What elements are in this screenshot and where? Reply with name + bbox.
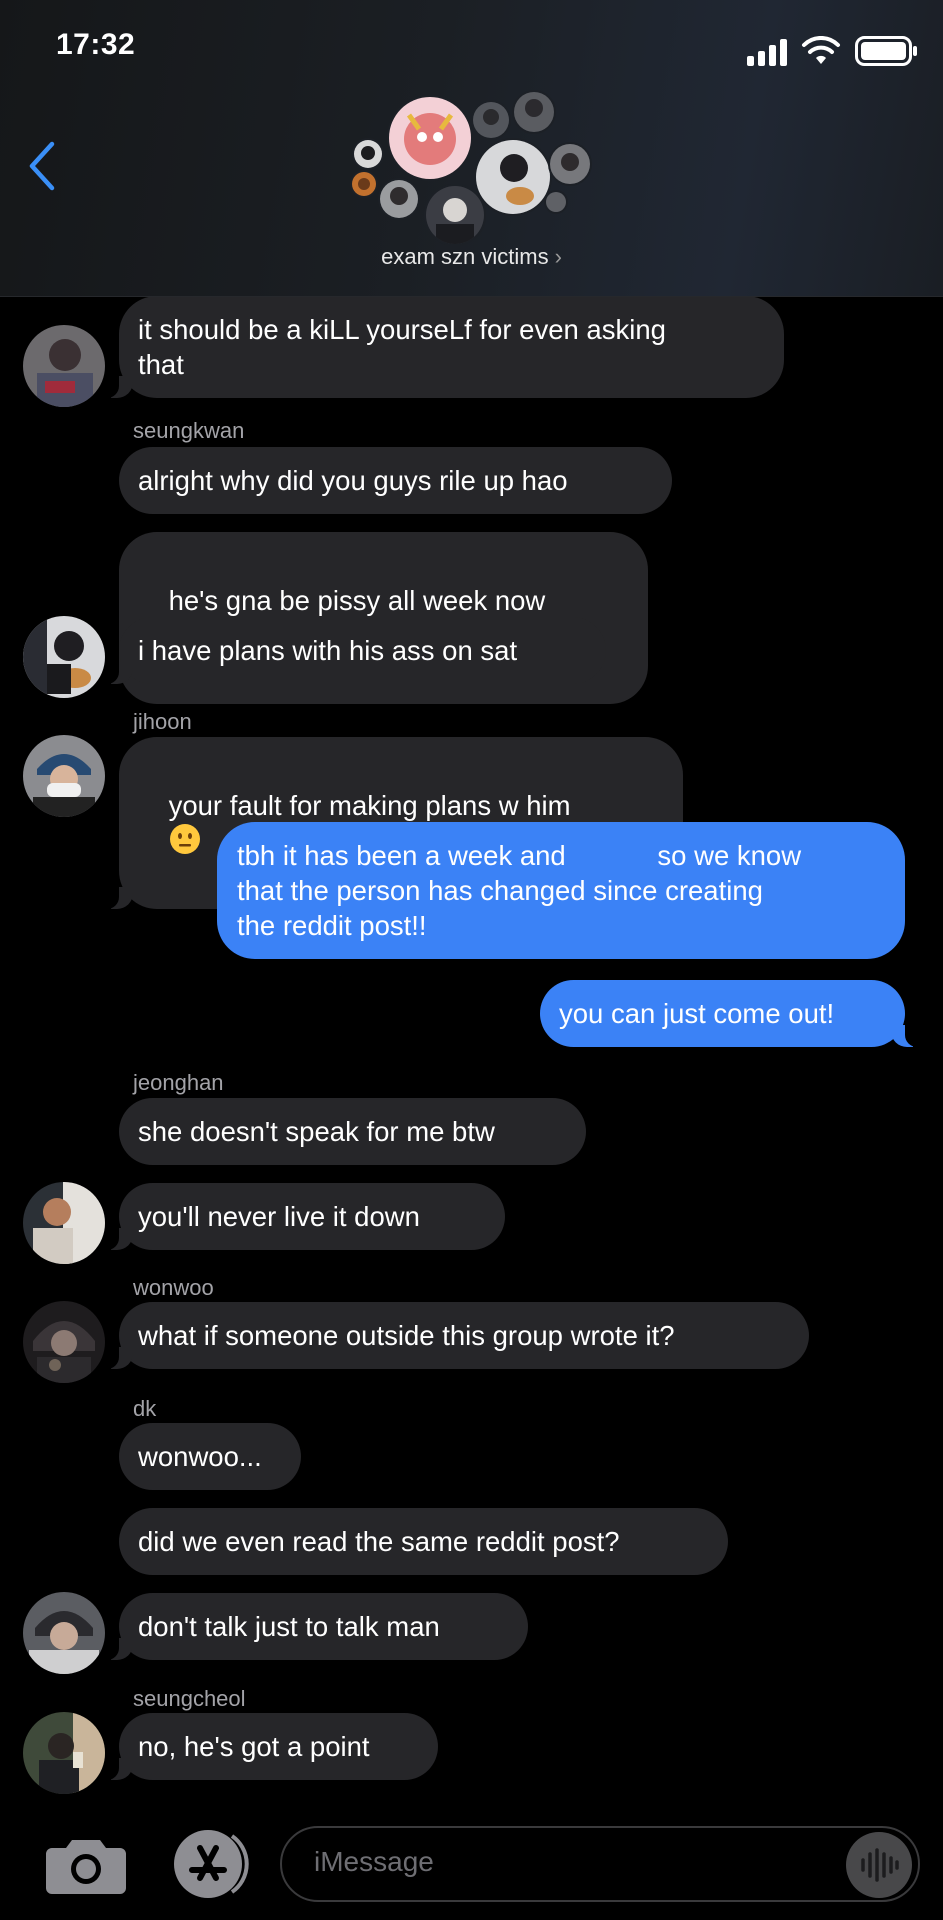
group-member-avatar: [474, 138, 552, 216]
group-member-avatar: [544, 190, 568, 214]
wifi-icon: [801, 36, 841, 66]
message-bubble[interactable]: alright why did you guys rile up hao: [119, 447, 672, 514]
chevron-right-icon: ›: [554, 244, 562, 269]
group-name[interactable]: exam szn victims ›: [0, 244, 943, 270]
conversation-header: 17:32 exam szn victims ›: [0, 0, 943, 297]
cellular-signal-icon: [747, 38, 787, 66]
group-member-avatar: [471, 100, 511, 140]
group-member-avatar: [548, 142, 592, 186]
message-text: he's gna be pissy all week now: [168, 585, 546, 616]
avatar[interactable]: [23, 735, 105, 817]
group-name-label: exam szn victims: [381, 244, 549, 269]
battery-icon: [855, 36, 919, 66]
status-icons: [747, 30, 919, 66]
message-bubble[interactable]: don't talk just to talk man: [107, 1593, 528, 1660]
avatar[interactable]: [23, 1301, 105, 1383]
avatar[interactable]: [23, 1712, 105, 1794]
camera-button[interactable]: [44, 1832, 128, 1896]
message-bubble[interactable]: wonwoo...: [119, 1423, 301, 1490]
neutral-face-emoji-icon: [169, 823, 201, 855]
app-store-icon: [174, 1830, 249, 1898]
app-store-button[interactable]: [170, 1828, 260, 1900]
sender-name: seungcheol: [133, 1686, 246, 1711]
audio-message-button[interactable]: [846, 1832, 912, 1898]
message-bubble[interactable]: it should be a kiLL yourseLf for even as…: [107, 296, 784, 398]
message-bubble[interactable]: what if someone outside this group wrote…: [107, 1302, 809, 1369]
group-member-avatar: [378, 178, 420, 220]
status-time: 17:32: [56, 28, 136, 61]
avatar[interactable]: [23, 1182, 105, 1264]
avatar[interactable]: [23, 1592, 105, 1674]
camera-icon: [46, 1840, 126, 1894]
message-bubble[interactable]: no, he's got a point: [107, 1713, 438, 1780]
group-member-avatar: [352, 138, 384, 170]
back-chevron-icon[interactable]: [26, 140, 58, 197]
message-bubble[interactable]: i have plans with his ass on sat: [107, 617, 606, 684]
sender-name: dk: [133, 1396, 157, 1421]
sender-name: jeonghan: [133, 1070, 224, 1095]
imessage-input[interactable]: iMessage: [280, 1826, 920, 1902]
group-member-avatar: [512, 90, 556, 134]
message-composer: iMessage: [0, 1808, 943, 1920]
sender-name: seungkwan: [133, 418, 245, 443]
group-avatar-cluster[interactable]: [340, 90, 600, 250]
message-text: your fault for making plans w him: [168, 790, 571, 821]
message-bubble-outgoing[interactable]: tbh it has been a week and so we know th…: [217, 822, 905, 959]
message-bubble[interactable]: she doesn't speak for me btw: [119, 1098, 586, 1165]
sender-name: jihoon: [133, 709, 192, 734]
avatar[interactable]: [23, 616, 105, 698]
message-bubble[interactable]: you'll never live it down: [107, 1183, 505, 1250]
group-member-avatar: [387, 95, 473, 181]
group-member-avatar: [424, 184, 486, 246]
avatar[interactable]: [23, 325, 105, 407]
message-bubble-outgoing[interactable]: you can just come out!: [540, 980, 917, 1047]
imessage-placeholder: iMessage: [314, 1846, 434, 1877]
audio-waveform-icon: [861, 1848, 899, 1882]
group-member-avatar: [350, 170, 378, 198]
message-bubble[interactable]: did we even read the same reddit post?: [119, 1508, 728, 1575]
sender-name: wonwoo: [133, 1275, 214, 1300]
